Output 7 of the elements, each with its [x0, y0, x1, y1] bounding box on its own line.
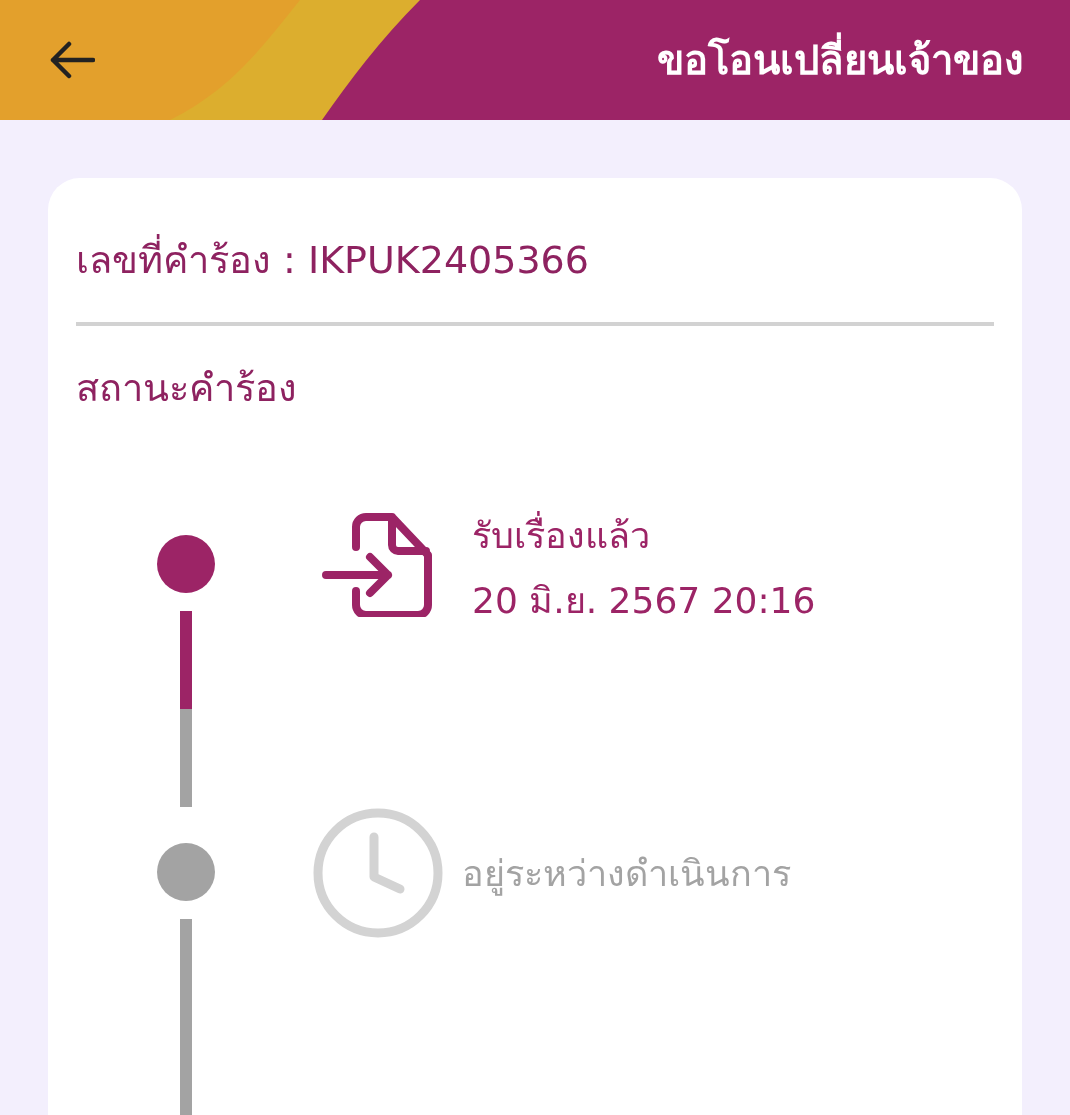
step-title: อยู่ระหว่างดำเนินการ: [462, 852, 791, 898]
step-date: 20 มิ.ย. 2567 20:16: [472, 579, 816, 623]
status-heading: สถานะคำร้อง: [76, 365, 298, 412]
page-title: ขอโอนเปลี่ยนเจ้าของ: [657, 30, 1024, 90]
document-import-icon: [322, 511, 432, 618]
step-title: รับเรื่องแล้ว: [472, 513, 816, 560]
clock-icon: [312, 807, 444, 940]
